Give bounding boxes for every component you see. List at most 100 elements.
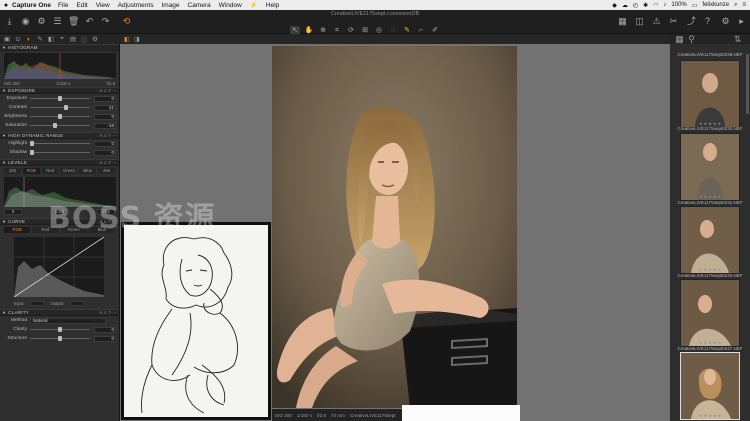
cloud-icon[interactable]: ☁ [622,2,628,9]
settings-icon[interactable]: ⚙ [720,16,731,27]
grid-icon[interactable]: ▦ [617,16,628,27]
image-browser[interactable]: CreativeLIVE1175sept0228.NEF ★ ★ ★ ★ ★ C… [670,44,750,421]
slider-knob[interactable] [58,114,62,119]
slider-track[interactable] [30,105,90,110]
slider-value[interactable]: 0 [94,335,116,342]
thumbnail[interactable] [680,279,740,347]
clarity-slider[interactable]: Clarity 0 [0,325,119,334]
curve-tab-rgb[interactable]: RGB [4,227,31,233]
menu-view[interactable]: View [96,2,110,9]
slider-knob[interactable] [53,123,57,128]
levels-tab-rgb[interactable]: RGB [22,168,40,174]
capture-icon[interactable]: ◉ [20,16,31,27]
tool-tab-exposure-icon[interactable]: ◐ [25,36,33,43]
slider-knob[interactable] [64,105,68,110]
tool-header-icons[interactable]: A ≡ ? ⋯ [99,133,119,139]
user-name[interactable]: felixkunze [702,2,729,8]
tools-icon[interactable]: ✂ [668,16,679,27]
collapse-icon[interactable]: ▼ [2,219,6,224]
curve-tab-green[interactable]: Green [60,227,87,233]
collapse-icon[interactable]: ▼ [2,160,6,165]
slider-value[interactable]: 0 [94,326,116,333]
structure-slider[interactable]: Structure 0 [0,334,119,343]
slider-value[interactable]: 21 [94,104,116,111]
histogram-header[interactable]: ▼ HISTOGRAM [0,44,119,51]
trash-icon[interactable]: 🗑 [68,16,79,27]
menu-camera[interactable]: Camera [188,2,211,9]
tool-header-icons[interactable]: A ≡ ? ⋯ [99,219,119,225]
levels-black-input[interactable]: 0 [4,209,22,215]
thumb-rating[interactable]: ★ ★ ★ ★ ★ [670,413,750,418]
slider-value[interactable]: 0 [94,140,116,147]
levels-tab-red[interactable]: Red [41,168,59,174]
compare-icon[interactable]: ◫ [634,16,645,27]
browser-scrollbar[interactable] [746,54,749,114]
brightness-slider[interactable]: Brightness 0 [0,112,119,121]
contrast-slider[interactable]: Contrast 21 [0,103,119,112]
thumb-rating[interactable]: ★ ★ ★ ★ ★ [670,340,750,345]
slider-track[interactable] [30,114,90,119]
slider-track[interactable] [30,336,90,341]
clarity-header[interactable]: ▼ CLARITY A ≡ ? ⋯ [0,309,119,316]
slider-track[interactable] [30,150,90,155]
thumbnail[interactable] [680,133,740,201]
menu-window[interactable]: Window [219,2,242,9]
tool-header-icons[interactable]: A ≡ ? ⋯ [99,310,119,316]
tool-tab-library-icon[interactable]: ▣ [3,35,11,43]
help-icon[interactable]: ? [702,16,713,27]
curve-output-field[interactable] [70,300,85,306]
slider-value[interactable]: 0 [94,113,116,120]
thumb-rating[interactable]: ★ ★ ★ ★ ★ [670,267,750,272]
tool-tab-color-icon[interactable]: ◧ [47,35,55,43]
wifi-icon[interactable]: ◠ [653,2,658,9]
curve-header[interactable]: ▼ CURVE A ≡ ? ⋯ [0,218,119,225]
saturation-slider[interactable]: Saturation -16 [0,121,119,130]
tool-tab-lens-icon[interactable]: ✎ [36,35,44,43]
undo-icon[interactable]: ↶ [84,16,95,27]
slider-value[interactable]: -16 [94,122,116,129]
warning-icon[interactable]: ⚠ [651,16,662,27]
bluetooth-icon[interactable]: ✱ [643,2,648,9]
process-icon[interactable]: ⚙ [36,16,47,27]
slider-value[interactable]: 0 [94,149,116,156]
list-icon[interactable]: ≡ [742,2,746,8]
tool-tab-adjust-icon[interactable]: ▤ [69,35,77,43]
viewer-tab-icon[interactable]: ◧ [124,36,130,43]
slider-knob[interactable] [30,141,34,146]
tool-tab-output-icon[interactable]: ⚙ [91,35,99,43]
collapse-icon[interactable]: ▼ [2,88,6,93]
import-icon[interactable]: ⤓ [4,16,15,27]
more-icon[interactable]: ▸ [736,16,747,27]
adjust-icon[interactable]: ☰ [52,16,63,27]
levels-mid-input[interactable]: 0.00 [50,209,69,215]
slider-knob[interactable] [58,327,62,332]
levels-white-input[interactable]: 255 [97,209,115,215]
app-menu[interactable]: Capture One [12,2,51,9]
battery-label[interactable]: 100% [671,2,686,8]
menu-image[interactable]: Image [161,2,179,9]
levels-tab-green[interactable]: Green [60,168,78,174]
curve-tab-red[interactable]: Red [32,227,59,233]
thumbnail[interactable] [680,60,740,128]
slider-track[interactable] [30,123,90,128]
share-icon[interactable]: ⤴ [686,16,697,27]
tool-header-icons[interactable]: A ≡ ? ⋯ [99,160,119,166]
levels-graph[interactable] [4,177,116,207]
thumb-rating[interactable]: ★ ★ ★ ★ ★ [670,194,750,199]
menu-edit[interactable]: Edit [77,2,88,9]
search-icon[interactable]: ⌕ [734,2,737,9]
menu-adjustments[interactable]: Adjustments [118,2,154,9]
reset-icon[interactable]: ⟲ [121,16,132,27]
tool-tab-details-icon[interactable]: ⌖ [58,35,66,43]
slider-track[interactable] [30,141,90,146]
curve-input-field[interactable] [30,300,45,306]
tool-header-icons[interactable]: A ≡ ? ⋯ [99,88,119,94]
volume-icon[interactable]: ♪ [663,2,666,8]
collapse-icon[interactable]: ▼ [2,45,6,50]
redo-icon[interactable]: ↷ [100,16,111,27]
collapse-icon[interactable]: ▼ [2,133,6,138]
levels-tab-blue[interactable]: Blue [79,168,97,174]
exposure-slider[interactable]: Exposure 0 [0,94,119,103]
method-dropdown[interactable]: Natural [30,317,106,324]
slider-knob[interactable] [58,96,62,101]
